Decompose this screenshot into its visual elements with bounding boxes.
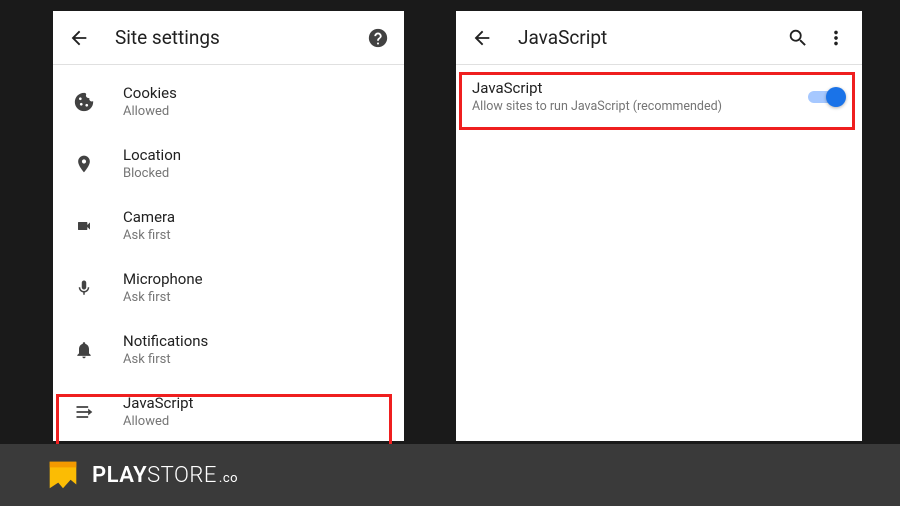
site-settings-screen: Site settings CookiesAllowed LocationBlo…: [53, 11, 404, 441]
settings-item-status: Ask first: [123, 290, 203, 306]
settings-item-label: Location: [123, 146, 181, 165]
switch-thumb: [826, 87, 846, 107]
settings-item-label: Camera: [123, 208, 175, 227]
javascript-screen: JavaScript JavaScript Allow sites to run…: [456, 11, 862, 441]
setting-label: JavaScript: [472, 79, 806, 97]
settings-item-status: Ask first: [123, 228, 175, 244]
settings-item-status: Allowed: [123, 414, 193, 430]
settings-item-camera[interactable]: CameraAsk first: [53, 195, 404, 257]
footer-bar: PLAYSTORE.co: [0, 444, 900, 506]
more-vert-icon: [825, 27, 847, 49]
appbar-left: Site settings: [53, 11, 404, 65]
search-button[interactable]: [786, 26, 810, 50]
settings-item-label: JavaScript: [123, 394, 193, 413]
cookie-icon: [73, 91, 95, 113]
overflow-menu-button[interactable]: [824, 26, 848, 50]
settings-item-status: Allowed: [123, 104, 177, 120]
logo-suffix: .co: [219, 471, 238, 486]
microphone-icon: [75, 277, 93, 299]
settings-item-location[interactable]: LocationBlocked: [53, 133, 404, 195]
help-icon: [367, 27, 389, 49]
javascript-icon: [73, 402, 95, 422]
logo-part-a: PLAY: [92, 463, 147, 488]
settings-item-status: Ask first: [123, 352, 208, 368]
setting-description: Allow sites to run JavaScript (recommend…: [472, 99, 806, 114]
help-button[interactable]: [366, 26, 390, 50]
settings-item-notifications[interactable]: NotificationsAsk first: [53, 319, 404, 381]
appbar-right: JavaScript: [456, 11, 862, 65]
settings-list: CookiesAllowed LocationBlocked CameraAsk…: [53, 65, 404, 443]
arrow-back-icon: [471, 27, 493, 49]
search-icon: [787, 27, 809, 49]
back-button[interactable]: [67, 26, 91, 50]
arrow-back-icon: [68, 27, 90, 49]
back-button[interactable]: [470, 26, 494, 50]
settings-item-microphone[interactable]: MicrophoneAsk first: [53, 257, 404, 319]
javascript-toggle-row[interactable]: JavaScript Allow sites to run JavaScript…: [456, 65, 862, 126]
playstore-logo-mark: [44, 456, 82, 494]
settings-item-status: Blocked: [123, 166, 181, 182]
javascript-switch[interactable]: [806, 85, 846, 109]
location-icon: [74, 153, 94, 175]
page-title: JavaScript: [518, 26, 772, 49]
camera-icon: [73, 218, 95, 234]
bell-icon: [74, 339, 94, 361]
settings-item-label: Notifications: [123, 332, 208, 351]
settings-item-cookies[interactable]: CookiesAllowed: [53, 71, 404, 133]
logo-part-b: STORE: [147, 463, 217, 488]
page-title: Site settings: [115, 26, 352, 49]
playstore-logo-text: PLAYSTORE.co: [92, 463, 238, 488]
settings-item-javascript[interactable]: JavaScriptAllowed: [53, 381, 404, 443]
settings-item-label: Cookies: [123, 84, 177, 103]
settings-item-label: Microphone: [123, 270, 203, 289]
